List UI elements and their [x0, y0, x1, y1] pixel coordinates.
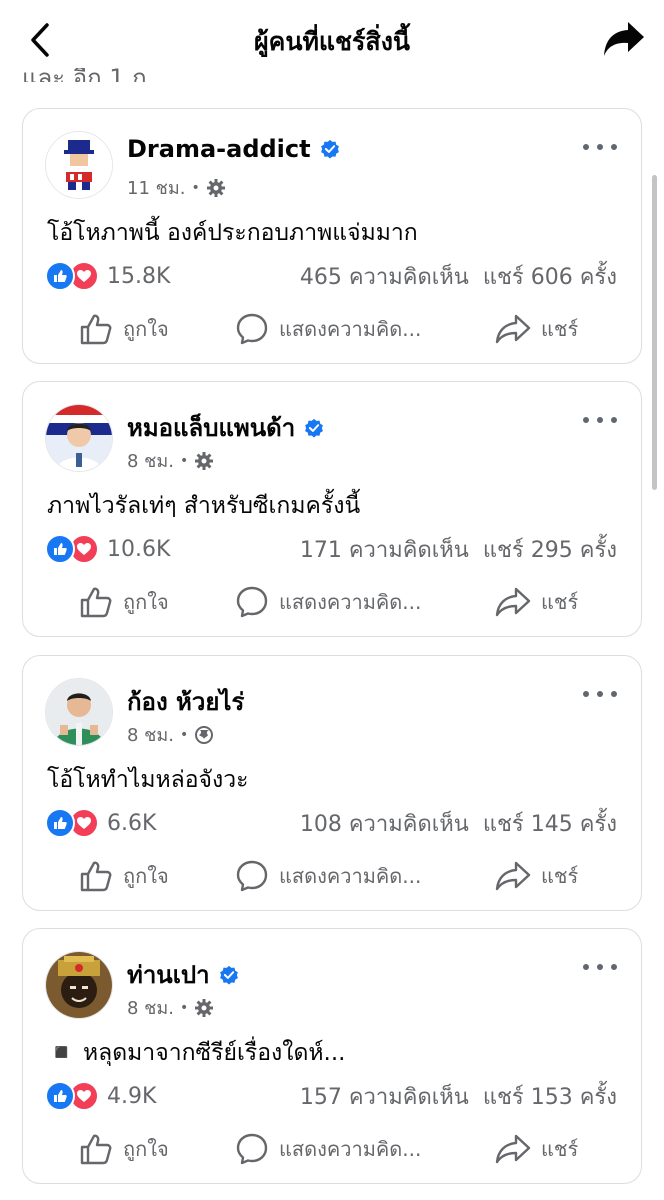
like-label: ถูกใจ: [123, 864, 169, 888]
reaction-count: 10.6K: [107, 536, 171, 562]
author-name[interactable]: หมอแล็บแพนด้า: [127, 408, 295, 447]
share-icon: [495, 314, 531, 344]
comment-count[interactable]: 171 ความคิดเห็น: [300, 532, 469, 567]
comment-count[interactable]: 465 ความคิดเห็น: [300, 259, 469, 294]
share-count[interactable]: แชร์ 145 ครั้ง: [483, 806, 617, 841]
comment-label: แสดงความคิด...: [279, 317, 422, 341]
more-options-button[interactable]: [583, 410, 617, 430]
avatar[interactable]: [45, 678, 113, 746]
share-label: แชร์: [541, 1137, 579, 1161]
reaction-count: 15.8K: [107, 263, 171, 289]
cut-off-text: และ อีก 1 ก: [22, 68, 147, 82]
avatar[interactable]: [45, 951, 113, 1019]
share-icon: [495, 587, 531, 617]
author-name[interactable]: ท่านเปา: [127, 955, 210, 994]
like-reaction-icon: [45, 1081, 75, 1111]
like-button[interactable]: ถูกใจ: [79, 859, 169, 893]
like-button[interactable]: ถูกใจ: [79, 1132, 169, 1166]
comment-button[interactable]: แสดงความคิด...: [235, 859, 421, 893]
share-post-button[interactable]: แชร์: [495, 860, 578, 892]
share-icon: [495, 861, 531, 891]
reactions-summary[interactable]: 10.6K: [45, 534, 170, 564]
share-count[interactable]: แชร์ 295 ครั้ง: [483, 532, 617, 567]
reaction-count: 6.6K: [107, 810, 157, 836]
separator-dot: •: [179, 452, 189, 469]
post-text[interactable]: ภาพไวรัลเท่ๆ สำหรับซีเกมครั้งนี้: [47, 488, 360, 524]
share-label: แชร์: [541, 590, 579, 614]
like-reaction-icon: [45, 261, 75, 291]
thumbs-up-icon: [80, 587, 112, 618]
share-count[interactable]: แชร์ 153 ครั้ง: [483, 1079, 617, 1114]
comment-label: แสดงความคิด...: [279, 590, 422, 614]
gear-icon: [195, 451, 214, 470]
more-options-button[interactable]: [583, 684, 617, 704]
post-card: หมอแล็บแพนด้า 8 ชม. • ภาพไวรัลเท่ๆ สำหรั…: [22, 381, 642, 637]
post-text[interactable]: ◾️ หลุดมาจากซีรีย์เรื่องใดห์...: [47, 1035, 346, 1071]
comment-bubble-icon: [236, 1133, 268, 1165]
share-arrow-icon: [604, 22, 644, 56]
thumbs-up-icon: [80, 1134, 112, 1165]
comment-label: แสดงความคิด...: [279, 864, 422, 888]
share-button[interactable]: [598, 16, 650, 62]
share-post-button[interactable]: แชร์: [495, 1133, 578, 1165]
post-card: ก้อง ห้วยไร่ 8 ชม. • โอ้โหทำไมหล่อจังวะ …: [22, 655, 642, 911]
reactions-summary[interactable]: 15.8K: [45, 261, 170, 291]
avatar[interactable]: [45, 404, 113, 472]
page-title: ผู้คนที่แชร์สิ่งนี้: [253, 27, 410, 56]
gear-icon: [195, 998, 214, 1017]
gear-icon: [206, 178, 225, 197]
more-options-button[interactable]: [583, 137, 617, 157]
post-card: ท่านเปา 8 ชม. • ◾️ หลุดมาจากซีรีย์เรื่อง…: [22, 928, 642, 1184]
thumbs-up-icon: [80, 314, 112, 345]
share-count[interactable]: แชร์ 606 ครั้ง: [483, 259, 617, 294]
like-reaction-icon: [45, 808, 75, 838]
verified-badge-icon: [320, 139, 339, 159]
share-post-button[interactable]: แชร์: [495, 586, 578, 618]
post-card: Drama-addict 11 ชม. • โอ้โหภาพนี้ องค์ปร…: [22, 108, 642, 364]
like-button[interactable]: ถูกใจ: [79, 312, 169, 346]
comment-button[interactable]: แสดงความคิด...: [235, 585, 421, 619]
comment-count[interactable]: 108 ความคิดเห็น: [300, 806, 469, 841]
comment-bubble-icon: [236, 586, 268, 618]
like-label: ถูกใจ: [123, 1137, 169, 1161]
globe-icon: [195, 725, 214, 744]
comment-count[interactable]: 157 ความคิดเห็น: [300, 1079, 469, 1114]
author-name[interactable]: Drama-addict: [127, 135, 311, 163]
reactions-summary[interactable]: 4.9K: [45, 1081, 156, 1111]
verified-badge-icon: [219, 965, 238, 985]
comment-bubble-icon: [236, 313, 268, 345]
separator-dot: •: [179, 999, 189, 1016]
comment-bubble-icon: [236, 860, 268, 892]
like-label: ถูกใจ: [123, 317, 169, 341]
thumbs-up-icon: [80, 861, 112, 892]
more-options-button[interactable]: [583, 957, 617, 977]
post-time[interactable]: 11 ชม.: [127, 173, 185, 202]
share-label: แชร์: [541, 864, 579, 888]
share-post-button[interactable]: แชร์: [495, 313, 578, 345]
share-icon: [495, 1134, 531, 1164]
post-time[interactable]: 8 ชม.: [127, 720, 174, 749]
reactions-summary[interactable]: 6.6K: [45, 808, 156, 838]
share-label: แชร์: [541, 317, 579, 341]
comment-label: แสดงความคิด...: [279, 1137, 422, 1161]
post-text[interactable]: โอ้โหภาพนี้ องค์ประกอบภาพแจ่มมาก: [47, 215, 418, 251]
scrollbar[interactable]: [652, 175, 657, 490]
post-text[interactable]: โอ้โหทำไมหล่อจังวะ: [47, 762, 249, 798]
author-name[interactable]: ก้อง ห้วยไร่: [127, 682, 244, 721]
avatar[interactable]: [45, 131, 113, 199]
comment-button[interactable]: แสดงความคิด...: [235, 312, 421, 346]
like-reaction-icon: [45, 534, 75, 564]
post-time[interactable]: 8 ชม.: [127, 993, 174, 1022]
like-label: ถูกใจ: [123, 590, 169, 614]
post-time[interactable]: 8 ชม.: [127, 446, 174, 475]
reaction-count: 4.9K: [107, 1083, 157, 1109]
separator-dot: •: [179, 726, 189, 743]
like-button[interactable]: ถูกใจ: [79, 585, 169, 619]
separator-dot: •: [191, 179, 200, 196]
comment-button[interactable]: แสดงความคิด...: [235, 1132, 421, 1166]
verified-badge-icon: [305, 418, 324, 438]
